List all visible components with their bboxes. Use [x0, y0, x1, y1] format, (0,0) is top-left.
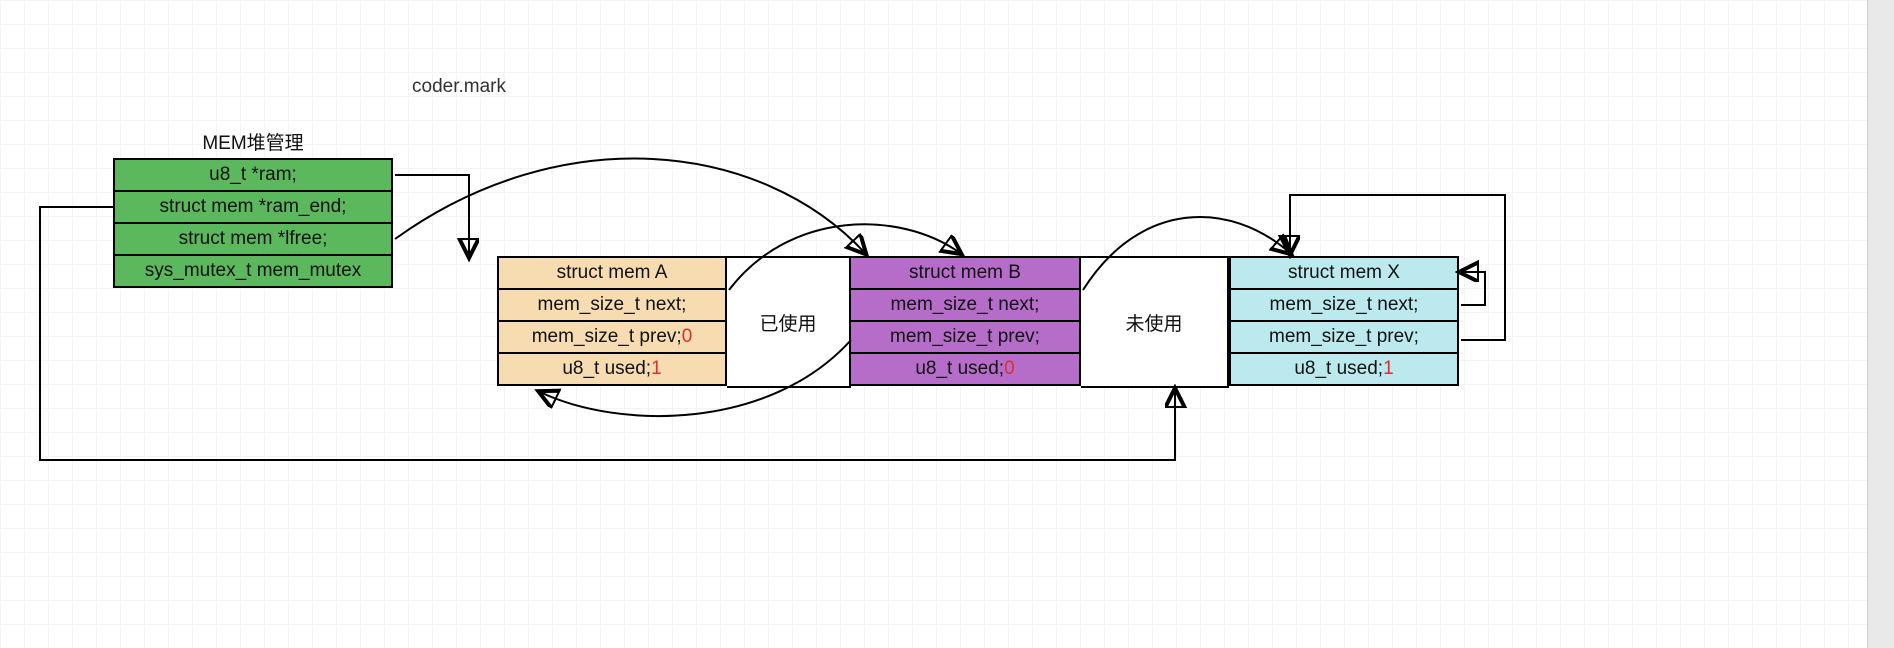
block-a-used-value: 1	[651, 358, 662, 379]
block-a-struct: struct mem A mem_size_t next; mem_size_t…	[497, 256, 727, 386]
block-b-struct: struct mem B mem_size_t next; mem_size_t…	[851, 256, 1081, 386]
block-a-used: u8_t used;1	[497, 354, 727, 386]
watermark-text: coder.mark	[412, 76, 506, 98]
block-x-title: struct mem X	[1229, 256, 1459, 290]
block-x-next: mem_size_t next;	[1229, 290, 1459, 322]
block-x-used-value: 1	[1383, 358, 1394, 379]
manager-struct: u8_t *ram; struct mem *ram_end; struct m…	[113, 158, 393, 288]
manager-row-ram-end: struct mem *ram_end;	[113, 192, 393, 224]
block-b-used-value: 0	[1004, 358, 1015, 379]
manager-row-mutex: sys_mutex_t mem_mutex	[113, 256, 393, 288]
vertical-scrollbar[interactable]	[1867, 0, 1894, 648]
block-b-data-label: 未使用	[1125, 309, 1182, 336]
block-b-used: u8_t used;0	[851, 354, 1081, 386]
block-b-title: struct mem B	[851, 256, 1081, 290]
manager-row-ram: u8_t *ram;	[113, 158, 393, 192]
manager-row-lfree: struct mem *lfree;	[113, 224, 393, 256]
block-a-data-label: 已使用	[759, 309, 816, 336]
block-x-prev: mem_size_t prev;	[1229, 322, 1459, 354]
block-b-data-area: 未使用	[1081, 256, 1229, 388]
block-a-prev-value: 0	[682, 326, 693, 347]
block-b-next: mem_size_t next;	[851, 290, 1081, 322]
block-a-prev: mem_size_t prev;0	[497, 322, 727, 354]
block-b-prev: mem_size_t prev;	[851, 322, 1081, 354]
block-b-used-label: u8_t used;	[915, 358, 1004, 379]
block-a-prev-label: mem_size_t prev;	[532, 326, 682, 347]
block-x-used: u8_t used;1	[1229, 354, 1459, 386]
block-x-used-label: u8_t used;	[1294, 358, 1383, 379]
manager-title: MEM堆管理	[113, 128, 393, 155]
block-a-used-label: u8_t used;	[562, 358, 651, 379]
block-a-data-area: 已使用	[727, 256, 851, 388]
block-a-next: mem_size_t next;	[497, 290, 727, 322]
block-a-title: struct mem A	[497, 256, 727, 290]
block-x-struct: struct mem X mem_size_t next; mem_size_t…	[1229, 256, 1459, 386]
